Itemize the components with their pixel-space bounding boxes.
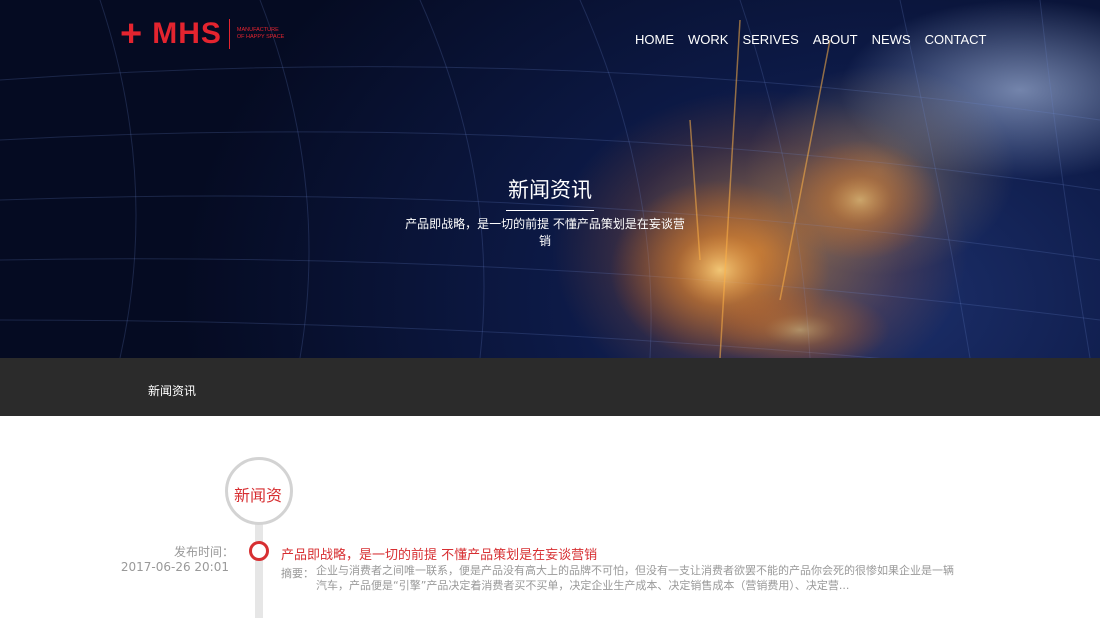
nav-news[interactable]: NEWS: [872, 32, 911, 47]
timeline-heading-circle: 新闻资: [225, 457, 293, 525]
hero-title: 新闻资讯: [506, 174, 594, 211]
main-nav: HOME WORK SERIVES ABOUT NEWS CONTACT: [635, 32, 986, 47]
timeline-dot: [249, 541, 269, 561]
hero-title-wrap: 新闻资讯: [0, 174, 1100, 211]
timeline-line: [255, 520, 263, 618]
nav-about[interactable]: ABOUT: [813, 32, 858, 47]
summary-label: 摘要：: [281, 567, 314, 580]
brand-logo[interactable]: + MHS MANUFACTURE OF HAPPY SPACE: [120, 13, 287, 55]
nav-work[interactable]: WORK: [688, 32, 728, 47]
hero-banner: + MHS MANUFACTURE OF HAPPY SPACE HOME WO…: [0, 0, 1100, 358]
logo-tagline: MANUFACTURE OF HAPPY SPACE: [236, 27, 285, 40]
logo-divider: [228, 19, 230, 49]
timeline-heading: 新闻资: [234, 486, 283, 505]
publish-date: 2017-06-26 20:01: [120, 560, 229, 574]
breadcrumb-current[interactable]: 新闻资讯: [148, 382, 196, 399]
publish-date-label: 发布时间：: [173, 545, 234, 559]
hero-subtitle: 产品即战略，是一切的前提 不懂产品策划是在妄谈营销: [405, 217, 685, 248]
nav-serives[interactable]: SERIVES: [742, 32, 798, 47]
news-summary: 企业与消费者之间唯一联系，便是产品没有高大上的品牌不可怕，但没有一支让消费者欲罢…: [316, 564, 954, 592]
breadcrumb-bar: 新闻资讯: [0, 358, 1100, 416]
news-title-link[interactable]: 产品即战略，是一切的前提 不懂产品策划是在妄谈营销: [281, 544, 597, 563]
nav-home[interactable]: HOME: [635, 32, 674, 47]
nav-contact[interactable]: CONTACT: [925, 32, 987, 47]
logo-wordmark: MHS: [152, 17, 222, 50]
logo-plus-mark: +: [120, 13, 143, 55]
